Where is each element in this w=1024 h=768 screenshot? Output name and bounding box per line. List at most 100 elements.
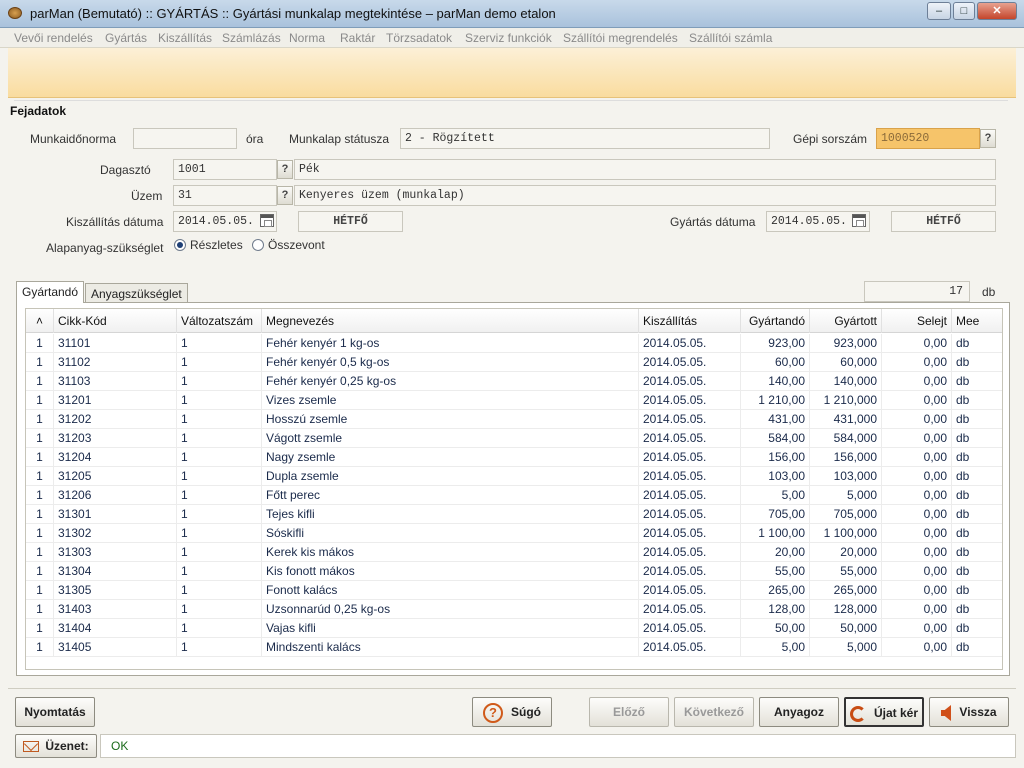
table-row[interactable]: 1 31101 1 Fehér kenyér 1 kg-os 2014.05.05. 92… bbox=[26, 334, 1002, 353]
table-row[interactable]: 1 31304 1 Kis fonott mákos 2014.05.05. 55,00 5… bbox=[26, 562, 1002, 581]
ujat-ker-button-label: Újat kér bbox=[873, 706, 919, 720]
prev-button[interactable]: Előző bbox=[589, 697, 669, 727]
menu-kiszallitas[interactable]: Kiszállítás bbox=[158, 31, 212, 45]
menu-szallitoi-megrendeles[interactable]: Szállítói megrendelés bbox=[563, 31, 678, 45]
megnevezes-cell: Fehér kenyér 0,25 kg-os bbox=[262, 372, 639, 391]
menu-vevoi-rendeles[interactable]: Vevői rendelés bbox=[14, 31, 93, 45]
maximize-button[interactable]: □ bbox=[953, 2, 975, 20]
menu-szamlazas[interactable]: Számlázás bbox=[222, 31, 281, 45]
col-cikk-kod[interactable]: Cikk-Kód bbox=[54, 309, 177, 333]
menu-raktar[interactable]: Raktár bbox=[340, 31, 375, 45]
calendar-icon[interactable] bbox=[852, 214, 866, 227]
gyartott-cell: 50,000 bbox=[810, 619, 882, 638]
back-button-label: Vissza bbox=[959, 705, 997, 719]
megnevezes-cell: Dupla zsemle bbox=[262, 467, 639, 486]
gyartott-cell: 60,000 bbox=[810, 353, 882, 372]
megnevezes-cell: Fehér kenyér 0,5 kg-os bbox=[262, 353, 639, 372]
next-button-label: Következő bbox=[683, 705, 745, 719]
menu-szallitoi-szamla[interactable]: Szállítói számla bbox=[689, 31, 772, 45]
table-row[interactable]: 1 31305 1 Fonott kalács 2014.05.05. 265,00 265… bbox=[26, 581, 1002, 600]
uzem-code-field[interactable]: 31 bbox=[173, 185, 277, 206]
ujat-ker-button[interactable]: Újat kér bbox=[844, 697, 924, 727]
calendar-icon[interactable] bbox=[260, 214, 274, 227]
table-row[interactable]: 1 31404 1 Vajas kifli 2014.05.05. 50,00 50,000… bbox=[26, 619, 1002, 638]
table-row[interactable]: 1 31403 1 Uzsonnarúd 0,25 kg-os 2014.05.05. 1… bbox=[26, 600, 1002, 619]
radio-reszletes-label[interactable]: Részletes bbox=[190, 238, 243, 252]
row-mark: 1 bbox=[26, 619, 54, 638]
col-valtozatszam[interactable]: Változatszám bbox=[177, 309, 262, 333]
anyagoz-button[interactable]: Anyagoz bbox=[759, 697, 839, 727]
mee-cell: db bbox=[952, 505, 1002, 524]
gyartando-cell: 5,00 bbox=[741, 638, 810, 657]
munkaidonorma-field[interactable] bbox=[133, 128, 237, 149]
uzem-lookup-button[interactable]: ? bbox=[277, 186, 293, 205]
radio-osszevont-label[interactable]: Összevont bbox=[268, 238, 325, 252]
table-row[interactable]: 1 31201 1 Vizes zsemle 2014.05.05. 1 210,00 1 … bbox=[26, 391, 1002, 410]
col-gyartando[interactable]: Gyártandó bbox=[741, 309, 810, 333]
valtozatszam-cell: 1 bbox=[177, 467, 262, 486]
selejt-cell: 0,00 bbox=[882, 505, 952, 524]
kiszallitas-cell: 2014.05.05. bbox=[639, 486, 741, 505]
table-row[interactable]: 1 31205 1 Dupla zsemle 2014.05.05. 103,00 103,… bbox=[26, 467, 1002, 486]
print-button[interactable]: Nyomtatás bbox=[15, 697, 95, 727]
table-row[interactable]: 1 31202 1 Hosszú zsemle 2014.05.05. 431,00 431… bbox=[26, 410, 1002, 429]
sort-icon[interactable]: ˄ bbox=[26, 309, 54, 333]
col-mee[interactable]: Mee bbox=[952, 309, 1002, 333]
megnevezes-cell: Vizes zsemle bbox=[262, 391, 639, 410]
statusz-label: Munkalap státusza bbox=[289, 132, 390, 146]
table-row[interactable]: 1 31301 1 Tejes kifli 2014.05.05. 705,00 705,0… bbox=[26, 505, 1002, 524]
gyartott-cell: 705,000 bbox=[810, 505, 882, 524]
dagaszto-lookup-button[interactable]: ? bbox=[277, 160, 293, 179]
statusz-field[interactable]: 2 - Rögzített bbox=[400, 128, 770, 149]
gyartott-cell: 1 100,000 bbox=[810, 524, 882, 543]
next-button[interactable]: Következő bbox=[674, 697, 754, 727]
table-row[interactable]: 1 31405 1 Mindszenti kalács 2014.05.05. 5,00 5… bbox=[26, 638, 1002, 657]
close-button[interactable]: ✕ bbox=[977, 2, 1017, 20]
table-row[interactable]: 1 31302 1 Sóskifli 2014.05.05. 1 100,00 1 100,… bbox=[26, 524, 1002, 543]
menu-norma[interactable]: Norma bbox=[289, 31, 325, 45]
gepi-sorszam-lookup-button[interactable]: ? bbox=[980, 129, 996, 148]
minimize-button[interactable]: – bbox=[927, 2, 951, 20]
tab-gyartando[interactable]: Gyártandó bbox=[16, 281, 85, 303]
valtozatszam-cell: 1 bbox=[177, 600, 262, 619]
gyartando-cell: 265,00 bbox=[741, 581, 810, 600]
megnevezes-cell: Kis fonott mákos bbox=[262, 562, 639, 581]
message-button[interactable]: Üzenet: bbox=[15, 734, 97, 758]
table-row[interactable]: 1 31204 1 Nagy zsemle 2014.05.05. 156,00 156,0… bbox=[26, 448, 1002, 467]
row-mark: 1 bbox=[26, 334, 54, 353]
table-row[interactable]: 1 31206 1 Főtt perec 2014.05.05. 5,00 5,000 0,0… bbox=[26, 486, 1002, 505]
help-button[interactable]: ? Súgó bbox=[472, 697, 552, 727]
tab-anyagszukseglet[interactable]: Anyagszükséglet bbox=[85, 283, 188, 304]
row-mark: 1 bbox=[26, 543, 54, 562]
menu-gyartas[interactable]: Gyártás bbox=[105, 31, 147, 45]
menu-torzsadatok[interactable]: Törzsadatok bbox=[386, 31, 452, 45]
row-mark: 1 bbox=[26, 505, 54, 524]
table-row[interactable]: 1 31103 1 Fehér kenyér 0,25 kg-os 2014.05.05… bbox=[26, 372, 1002, 391]
radio-reszletes[interactable] bbox=[174, 239, 186, 251]
table-row[interactable]: 1 31303 1 Kerek kis mákos 2014.05.05. 20,00 20… bbox=[26, 543, 1002, 562]
message-label: Üzenet: bbox=[45, 739, 89, 753]
row-mark: 1 bbox=[26, 562, 54, 581]
gepi-sorszam-field[interactable]: 1000520 bbox=[876, 128, 980, 149]
selejt-cell: 0,00 bbox=[882, 372, 952, 391]
radio-osszevont[interactable] bbox=[252, 239, 264, 251]
col-selejt[interactable]: Selejt bbox=[882, 309, 952, 333]
message-bar: Üzenet: OK bbox=[8, 732, 1016, 760]
table-row[interactable]: 1 31203 1 Vágott zsemle 2014.05.05. 584,00 584… bbox=[26, 429, 1002, 448]
back-button[interactable]: Vissza bbox=[929, 697, 1009, 727]
table-header: ˄ Cikk-Kód Változatszám Megnevezés Kiszá… bbox=[26, 309, 1002, 333]
megnevezes-cell: Hosszú zsemle bbox=[262, 410, 639, 429]
cikk-kod-cell: 31404 bbox=[54, 619, 177, 638]
section-title: Fejadatok bbox=[10, 104, 67, 118]
row-mark: 1 bbox=[26, 486, 54, 505]
col-megnevezes[interactable]: Megnevezés bbox=[262, 309, 639, 333]
back-arrow-icon bbox=[941, 704, 952, 721]
dagaszto-code-field[interactable]: 1001 bbox=[173, 159, 277, 180]
table-row[interactable]: 1 31102 1 Fehér kenyér 0,5 kg-os 2014.05.05.… bbox=[26, 353, 1002, 372]
menu-szerviz[interactable]: Szerviz funkciók bbox=[465, 31, 552, 45]
gyartando-cell: 923,00 bbox=[741, 334, 810, 353]
col-gyartott[interactable]: Gyártott bbox=[810, 309, 882, 333]
col-kiszallitas[interactable]: Kiszállítás bbox=[639, 309, 741, 333]
cikk-kod-cell: 31405 bbox=[54, 638, 177, 657]
kiszallitas-cell: 2014.05.05. bbox=[639, 581, 741, 600]
